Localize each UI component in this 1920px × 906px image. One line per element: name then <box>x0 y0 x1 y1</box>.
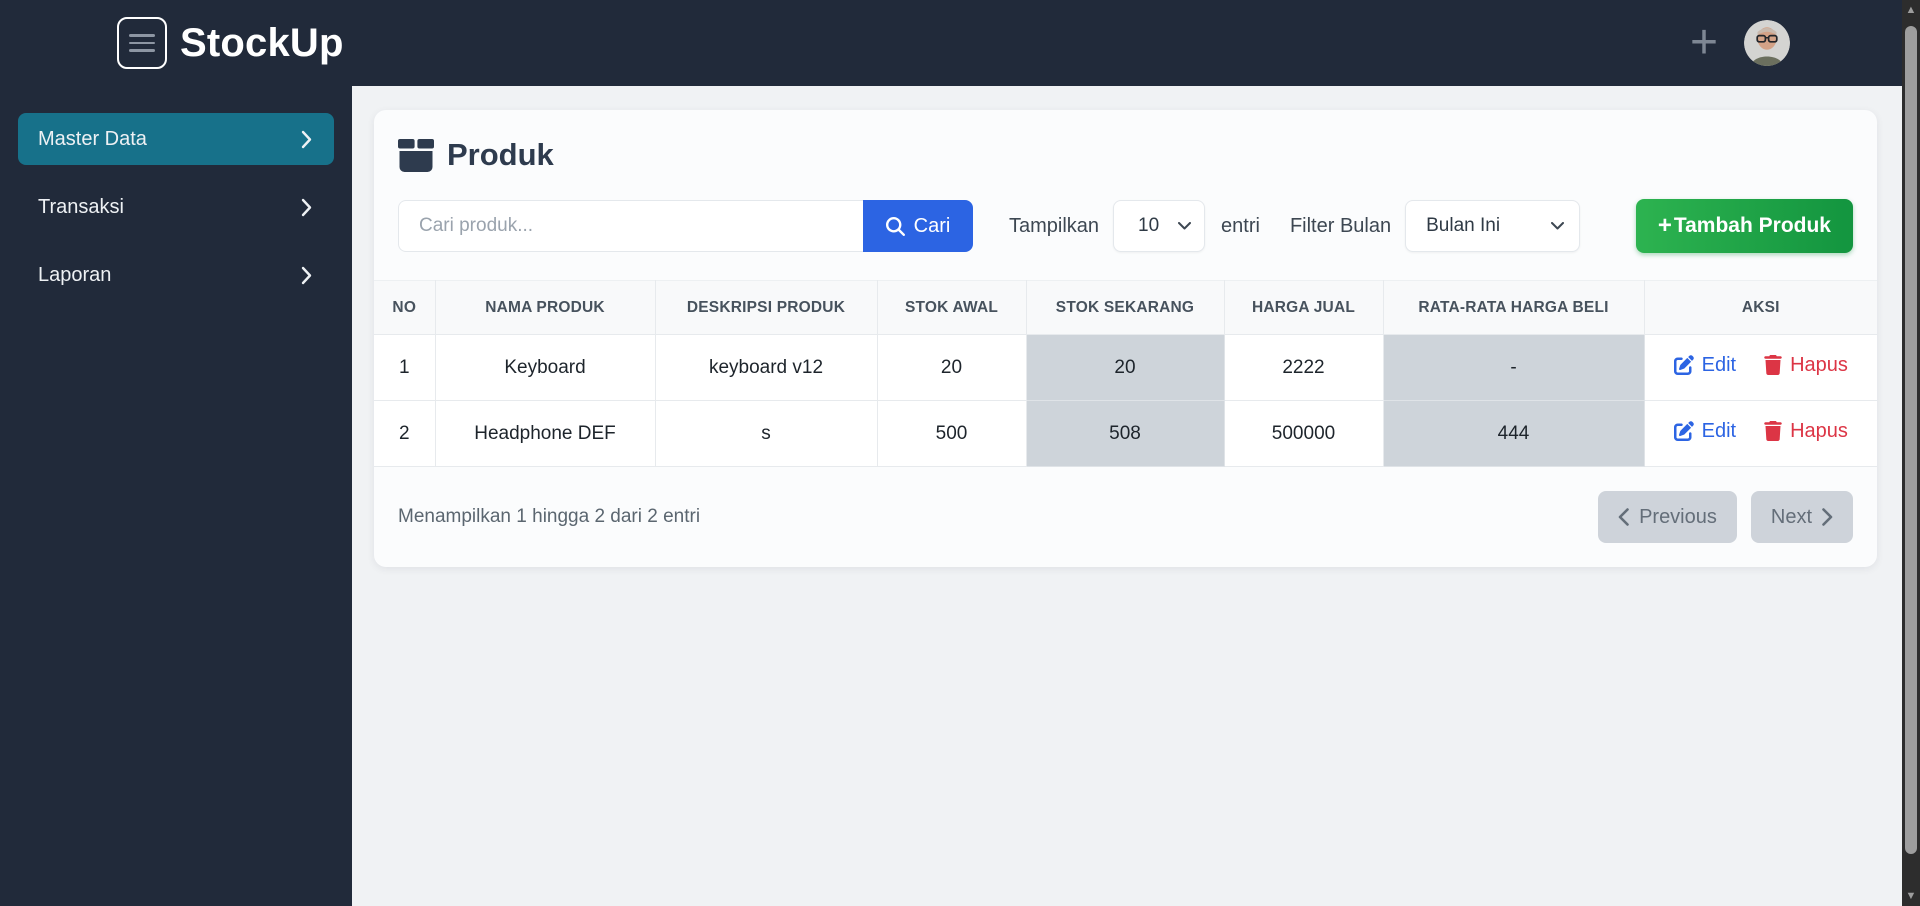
edit-icon <box>1673 355 1694 376</box>
cell-rata-rata-harga-beli: 444 <box>1382 400 1645 467</box>
cell-rata-rata-harga-beli: - <box>1382 334 1645 401</box>
pagination-summary: Menampilkan 1 hingga 2 dari 2 entri <box>398 506 701 527</box>
column-header: DESKRIPSI PRODUK <box>654 280 878 335</box>
entri-label: entri <box>1221 214 1260 237</box>
trash-icon <box>1764 355 1782 376</box>
edit-label: Edit <box>1701 353 1737 376</box>
sidebar-item-label: Laporan <box>38 263 112 286</box>
scrollbar-thumb[interactable] <box>1905 26 1917 854</box>
table-wrap: NO NAMA PRODUK DESKRIPSI PRODUK STOK AWAL ST… <box>374 280 1877 467</box>
delete-label: Hapus <box>1790 353 1848 376</box>
plus-icon[interactable]: + <box>1690 19 1718 67</box>
cell-nama-produk: Headphone DEF <box>434 400 656 467</box>
pagination: Previous Next <box>1598 491 1853 543</box>
cell-harga-jual: 500000 <box>1223 400 1384 467</box>
column-header: STOK SEKARANG <box>1025 280 1225 335</box>
delete-button[interactable]: Hapus <box>1764 354 1848 377</box>
card-footer: Menampilkan 1 hingga 2 dari 2 entri Prev… <box>374 467 1877 567</box>
show-label: Tampilkan <box>1009 214 1100 237</box>
sidebar: Master Data Transaksi Laporan <box>0 86 352 906</box>
topbar: StockUp + <box>0 0 1902 86</box>
avatar-image <box>1744 20 1790 66</box>
topbar-right: + <box>1690 19 1790 67</box>
edit-label: Edit <box>1701 419 1737 442</box>
card-header: Produk <box>374 110 1877 173</box>
main-content: Produk Cari Tampilkan 10 entri F <box>352 86 1902 906</box>
page-size-value: 10 <box>1138 215 1160 236</box>
hamburger-menu-button[interactable] <box>117 17 167 69</box>
previous-button[interactable]: Previous <box>1598 491 1737 543</box>
search-group: Cari <box>398 200 973 252</box>
cell-harga-jual: 2222 <box>1223 334 1384 401</box>
cell-deskripsi-produk: keyboard v12 <box>654 334 878 401</box>
column-header: AKSI <box>1643 280 1877 335</box>
cell-aksi: Edit Hapus <box>1643 334 1877 401</box>
table-body: 1 Keyboard keyboard v12 20 20 2222- Edit Hapus 2… <box>374 334 1877 467</box>
table-row: 2 Headphone DEF s 500 508 500000 444 Edit Hapus <box>374 400 1877 467</box>
chevron-right-icon <box>301 266 312 284</box>
user-avatar[interactable] <box>1744 20 1790 66</box>
chevron-right-icon <box>301 198 312 216</box>
cell-no: 1 <box>374 334 436 401</box>
cell-deskripsi-produk: s <box>654 400 878 467</box>
scroll-down-icon[interactable]: ▼ <box>1902 890 1920 902</box>
table-row: 1 Keyboard keyboard v12 20 20 2222- Edit Hapus <box>374 334 1877 401</box>
hamburger-icon <box>129 34 155 37</box>
add-product-button[interactable]: + Tambah Produk <box>1635 199 1853 253</box>
plus-icon: + <box>1657 212 1672 239</box>
sidebar-item-label: Transaksi <box>38 195 124 218</box>
filter-label: Filter Bulan <box>1289 214 1392 237</box>
chevron-down-icon <box>1551 222 1565 230</box>
table-header-row: NO NAMA PRODUK DESKRIPSI PRODUK STOK AWAL ST… <box>374 280 1877 335</box>
column-header: HARGA JUAL <box>1223 280 1384 335</box>
cell-stok-sekarang: 20 <box>1025 334 1225 401</box>
page-scrollbar[interactable]: ▲ ▼ <box>1902 0 1920 906</box>
scroll-up-icon[interactable]: ▲ <box>1902 4 1920 16</box>
cell-nama-produk: Keyboard <box>434 334 656 401</box>
next-button[interactable]: Next <box>1750 491 1853 543</box>
sidebar-item-laporan[interactable]: Laporan <box>18 249 334 301</box>
page-size-select[interactable]: 10 <box>1113 200 1206 252</box>
controls-row: Cari Tampilkan 10 entri Filter Bulan Bul… <box>374 173 1877 253</box>
delete-button[interactable]: Hapus <box>1764 420 1848 443</box>
search-button-label: Cari <box>913 214 951 237</box>
cell-stok-sekarang: 508 <box>1025 400 1225 467</box>
search-icon <box>885 216 905 236</box>
edit-icon <box>1673 421 1694 442</box>
column-header: STOK AWAL <box>876 280 1027 335</box>
search-input[interactable] <box>398 200 863 252</box>
produk-card: Produk Cari Tampilkan 10 entri F <box>374 110 1877 567</box>
next-label: Next <box>1770 505 1812 528</box>
cell-no: 2 <box>374 400 436 467</box>
sidebar-item-master-data[interactable]: Master Data <box>18 113 334 165</box>
chevron-left-icon <box>1618 508 1629 526</box>
edit-button[interactable]: Edit <box>1673 353 1737 377</box>
chevron-down-icon <box>1178 222 1192 230</box>
product-table: NO NAMA PRODUK DESKRIPSI PRODUK STOK AWAL ST… <box>374 280 1877 467</box>
month-filter-select[interactable]: Bulan Ini <box>1405 200 1581 252</box>
page-title: Produk <box>447 137 554 172</box>
sidebar-item-transaksi[interactable]: Transaksi <box>18 181 334 233</box>
month-filter-value: Bulan Ini <box>1426 215 1501 236</box>
cell-aksi: Edit Hapus <box>1643 400 1877 467</box>
trash-icon <box>1764 421 1782 442</box>
chevron-right-icon <box>1822 508 1833 526</box>
column-header: NAMA PRODUK <box>434 280 656 335</box>
search-button[interactable]: Cari <box>863 200 973 252</box>
box-icon <box>398 138 434 172</box>
previous-label: Previous <box>1639 505 1717 528</box>
add-product-label: Tambah Produk <box>1673 214 1831 237</box>
cell-stok-awal: 500 <box>876 400 1027 467</box>
column-header: NO <box>374 280 436 335</box>
delete-label: Hapus <box>1790 419 1848 442</box>
column-header: RATA-RATA HARGA BELI <box>1382 280 1645 335</box>
edit-button[interactable]: Edit <box>1673 419 1737 443</box>
app-logo: StockUp <box>180 20 344 65</box>
cell-stok-awal: 20 <box>876 334 1027 401</box>
sidebar-item-label: Master Data <box>38 127 147 150</box>
chevron-right-icon <box>301 130 312 148</box>
